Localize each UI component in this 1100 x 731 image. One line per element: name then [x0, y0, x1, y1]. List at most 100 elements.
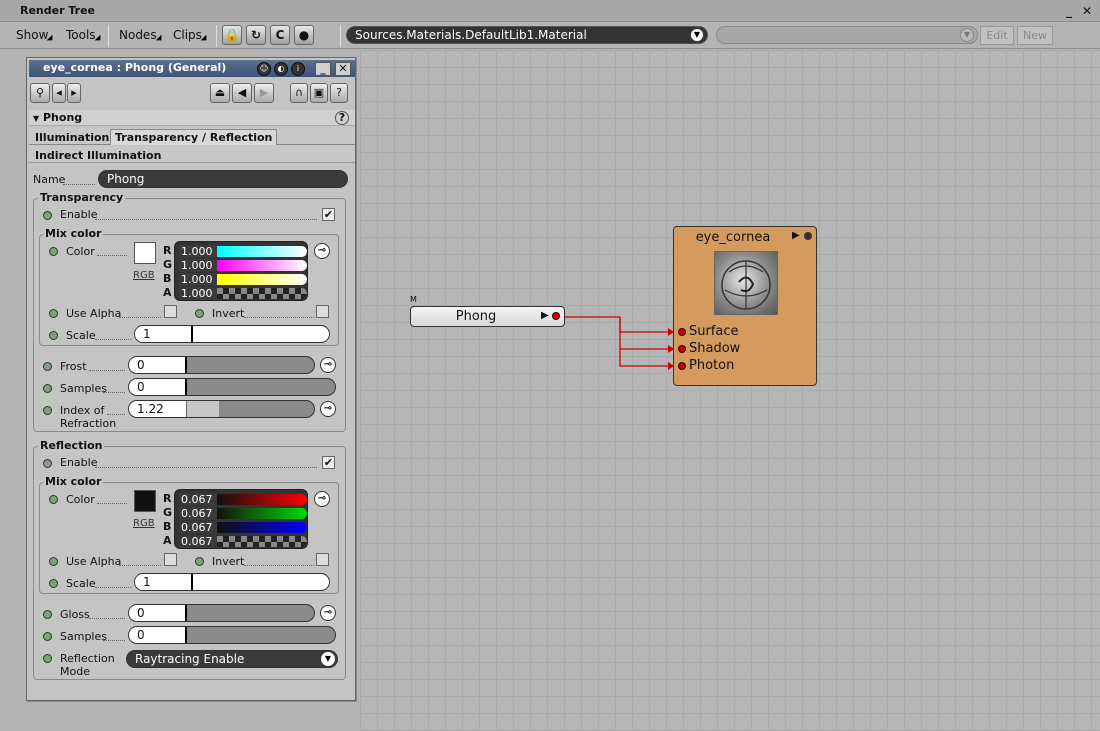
animation-led-icon[interactable] — [49, 331, 58, 340]
chevron-down-icon[interactable]: ▼ — [321, 652, 335, 666]
reflection-channel-a-value[interactable]: 0.067 — [179, 535, 217, 548]
gloss-slider[interactable]: 0 — [128, 604, 315, 622]
animation-led-icon[interactable] — [49, 495, 58, 504]
reflection-use-alpha-checkbox[interactable] — [164, 553, 177, 566]
animation-led-icon[interactable] — [43, 632, 52, 641]
frost-slider[interactable]: 0 — [128, 356, 315, 374]
reflection-samples-slider[interactable]: 0 — [128, 626, 336, 644]
animation-led-icon[interactable] — [49, 579, 58, 588]
name-field[interactable]: Phong — [98, 170, 348, 188]
animation-led-icon[interactable] — [43, 459, 52, 468]
arrow-left-icon[interactable]: ◂ — [52, 83, 66, 103]
connect-plug-icon[interactable]: ⊸ — [320, 401, 336, 417]
reflection-color-swatch[interactable] — [134, 490, 156, 512]
connect-plug-icon[interactable]: ⊸ — [320, 357, 336, 373]
transparency-enable-checkbox[interactable]: ✔ — [322, 208, 335, 221]
transparency-samples-value[interactable]: 0 — [129, 379, 187, 395]
animation-led-icon[interactable] — [43, 406, 52, 415]
reflection-channel-g-bar[interactable] — [217, 508, 307, 519]
transparency-channel-g[interactable]: 1.000 — [179, 259, 307, 272]
reflection-channel-b-value[interactable]: 0.067 — [179, 521, 217, 534]
transparency-channel-r-value[interactable]: 1.000 — [179, 245, 217, 258]
reflection-scale-slider[interactable]: 1 — [134, 573, 330, 591]
face-icon[interactable]: ☺ — [257, 62, 271, 76]
minimize-panel-icon[interactable]: _ — [315, 62, 331, 76]
transparency-invert-checkbox[interactable] — [316, 305, 329, 318]
material-node[interactable]: eye_cornea ▶ Surface Shadow Photon — [673, 226, 817, 386]
animation-led-icon[interactable] — [49, 309, 58, 318]
reflection-channel-a[interactable]: 0.067 — [179, 535, 307, 548]
rgb-mode-label[interactable]: RGB — [133, 270, 155, 281]
reflection-channel-a-bar[interactable] — [217, 536, 307, 547]
reflection-channel-g[interactable]: 0.067 — [179, 507, 307, 520]
reflection-channel-b-bar[interactable] — [217, 522, 307, 533]
animation-led-icon[interactable] — [43, 362, 52, 371]
transparency-channel-b[interactable]: 1.000 — [179, 273, 307, 286]
connect-plug-icon[interactable]: ⊸ — [320, 605, 336, 621]
info-icon[interactable]: i — [291, 62, 305, 76]
animation-led-icon[interactable] — [43, 654, 52, 663]
transparency-channel-b-value[interactable]: 1.000 — [179, 273, 217, 286]
forward-icon[interactable]: ▶ — [254, 83, 274, 103]
connect-plug-icon[interactable]: ⊸ — [314, 243, 330, 259]
transparency-use-alpha-checkbox[interactable] — [164, 305, 177, 318]
transparency-channel-b-bar[interactable] — [217, 274, 307, 285]
transparency-samples-slider[interactable]: 0 — [128, 378, 336, 396]
reflection-channel-r-bar[interactable] — [217, 494, 307, 505]
reflection-mode-value: Raytracing Enable — [135, 652, 245, 666]
shadow-port[interactable] — [678, 345, 686, 353]
transparency-channel-g-bar[interactable] — [217, 260, 307, 271]
reflection-channel-b[interactable]: 0.067 — [179, 521, 307, 534]
home-icon[interactable]: ⏏ — [210, 83, 230, 103]
transparency-channel-a[interactable]: 1.000 — [179, 287, 307, 300]
connect-plug-icon[interactable]: ⊸ — [314, 491, 330, 507]
help-icon[interactable]: ? — [335, 111, 349, 125]
tab-transparency-reflection[interactable]: Transparency / Reflection — [110, 129, 278, 145]
output-port[interactable] — [552, 312, 560, 320]
reflection-channel-r[interactable]: 0.067 — [179, 493, 307, 506]
save-preset-icon[interactable]: ▣ — [310, 83, 328, 103]
surface-port[interactable] — [678, 328, 686, 336]
photon-port[interactable] — [678, 362, 686, 370]
transparency-channel-g-value[interactable]: 1.000 — [179, 259, 217, 272]
frost-value[interactable]: 0 — [129, 357, 187, 373]
animation-led-icon[interactable] — [43, 211, 52, 220]
back-icon[interactable]: ◀ — [232, 83, 252, 103]
reflection-invert-checkbox[interactable] — [316, 553, 329, 566]
transparency-scale-slider[interactable]: 1 — [134, 325, 330, 343]
transparency-scale-value[interactable]: 1 — [135, 326, 193, 342]
panel-titlebar[interactable]: eye_cornea : Phong (General) — [29, 60, 355, 77]
animation-led-icon[interactable] — [49, 557, 58, 566]
animation-led-icon[interactable] — [49, 247, 58, 256]
animation-led-icon[interactable] — [43, 384, 52, 393]
rgb-mode-label[interactable]: RGB — [133, 518, 155, 529]
transparency-channel-a-value[interactable]: 1.000 — [179, 287, 217, 300]
reflection-channel-g-value[interactable]: 0.067 — [179, 507, 217, 520]
close-panel-icon[interactable]: ✕ — [335, 62, 351, 76]
phong-section-header[interactable]: ▼ Phong — [29, 110, 355, 126]
magnifier-icon[interactable]: ⚲ — [30, 83, 50, 103]
transparency-color-swatch[interactable] — [134, 242, 156, 264]
animation-led-icon[interactable] — [195, 557, 204, 566]
reflection-scale-value[interactable]: 1 — [135, 574, 193, 590]
reflection-channel-r-value[interactable]: 0.067 — [179, 493, 217, 506]
reflection-mode-select[interactable]: Raytracing Enable ▼ — [126, 650, 338, 668]
arrow-right-icon[interactable]: ▸ — [67, 83, 81, 103]
help-icon[interactable]: ? — [330, 83, 348, 103]
gloss-value[interactable]: 0 — [129, 605, 187, 621]
phong-node[interactable]: Phong ▶ — [410, 306, 565, 327]
material-output-port[interactable] — [804, 232, 812, 240]
transparency-channel-r-bar[interactable] — [217, 246, 307, 257]
ior-slider[interactable]: 1.22 — [128, 400, 315, 418]
animation-led-icon[interactable] — [43, 610, 52, 619]
reflection-samples-value[interactable]: 0 — [129, 627, 187, 643]
tab-illumination[interactable]: Illumination — [30, 129, 114, 145]
reflection-enable-checkbox[interactable]: ✔ — [322, 456, 335, 469]
sphere-icon[interactable]: ◐ — [274, 62, 288, 76]
transparency-channel-a-bar[interactable] — [217, 288, 307, 299]
transparency-channel-r[interactable]: 1.000 — [179, 245, 307, 258]
magnet-icon[interactable]: ∩ — [290, 83, 308, 103]
ior-value[interactable]: 1.22 — [129, 401, 187, 417]
tab-indirect-illumination[interactable]: Indirect Illumination — [30, 147, 166, 163]
animation-led-icon[interactable] — [195, 309, 204, 318]
